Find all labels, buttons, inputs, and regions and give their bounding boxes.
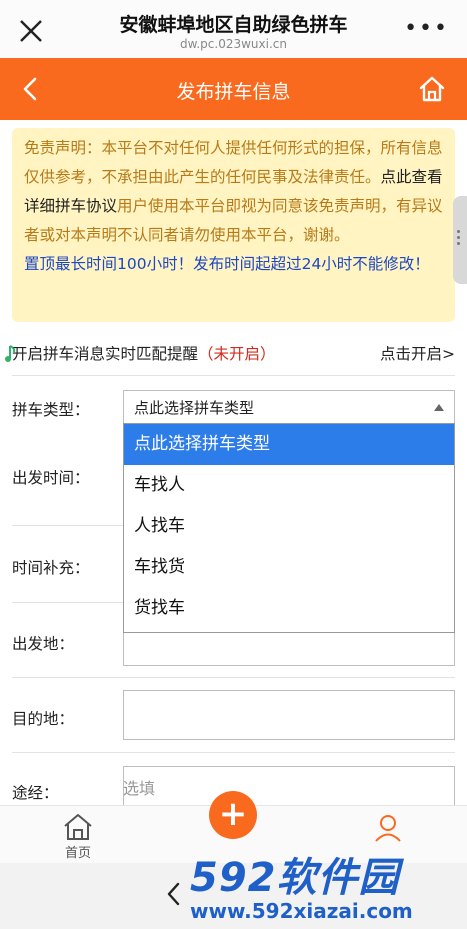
divider <box>12 375 455 376</box>
divider <box>12 752 455 753</box>
type-label: 拼车类型： <box>12 401 90 419</box>
type-select-value: 点此选择拼车类型 <box>134 399 255 417</box>
match-alert-label: 开启拼车消息实时匹配提醒 <box>12 345 199 363</box>
type-dropdown[interactable]: 点此选择拼车类型 车找人 人找车 车找货 货找车 <box>123 423 455 633</box>
match-alert-status: （未开启） <box>198 345 276 363</box>
plus-icon: + <box>218 794 248 834</box>
type-select[interactable]: 点此选择拼车类型 <box>123 390 455 424</box>
type-option[interactable]: 车找人 <box>124 465 454 506</box>
nav-home[interactable]: 首页 <box>55 812 101 861</box>
destination-input[interactable] <box>123 690 455 740</box>
publish-fab-button[interactable]: + <box>209 791 257 839</box>
watermark-title: 592软件园 <box>190 855 400 901</box>
user-icon[interactable] <box>373 812 403 842</box>
via-placeholder: 选填 <box>123 779 156 798</box>
match-alert-row[interactable]: 开启拼车消息实时匹配提醒（未开启） 点击开启> <box>0 332 467 374</box>
watermark-logo: 592软件园 www.592xiazai.com <box>190 845 467 925</box>
disclaimer-box: 免责声明：本平台不对任何人提供任何形式的担保，所有信息仅供参考，不承担由此产生的… <box>12 128 455 322</box>
type-option[interactable]: 人找车 <box>124 506 454 547</box>
type-option[interactable]: 点此选择拼车类型 <box>124 424 454 465</box>
divider <box>12 677 455 678</box>
side-drag-handle[interactable] <box>453 196 467 284</box>
caret-up-icon <box>434 404 444 411</box>
match-alert-label-wrap: 开启拼车消息实时匹配提醒（未开启） <box>12 342 276 364</box>
via-label: 途经： <box>12 784 59 802</box>
more-menu-icon[interactable]: ••• <box>404 18 449 40</box>
watermark-url: www.592xiazai.com <box>190 899 413 923</box>
home-outline-icon <box>64 814 92 840</box>
origin-label: 出发地： <box>12 635 75 653</box>
system-back-icon[interactable] <box>164 879 184 909</box>
browser-title: 安徽蚌埠地区自助绿色拼车 <box>119 14 348 36</box>
destination-label: 目的地： <box>12 710 75 728</box>
pin-notice: 置顶最长时间100小时！发布时间起超过24小时不能修改！ <box>24 255 430 273</box>
enable-alert-link[interactable]: 点击开启> <box>380 342 455 364</box>
type-option[interactable]: 车找货 <box>124 547 454 588</box>
browser-top-bar: 安徽蚌埠地区自助绿色拼车 dw.pc.023wuxi.cn ••• <box>0 0 467 58</box>
home-icon[interactable] <box>417 74 447 104</box>
page-title: 发布拼车信息 <box>176 81 291 103</box>
type-option[interactable]: 货找车 <box>124 588 454 629</box>
page-header: 发布拼车信息 <box>0 58 467 120</box>
browser-url: dw.pc.023wuxi.cn <box>180 37 287 51</box>
time-label: 出发时间： <box>12 469 90 487</box>
via-input[interactable]: 选填 <box>123 766 455 806</box>
time-extra-label: 时间补充： <box>12 559 90 577</box>
nav-home-label: 首页 <box>64 846 91 861</box>
